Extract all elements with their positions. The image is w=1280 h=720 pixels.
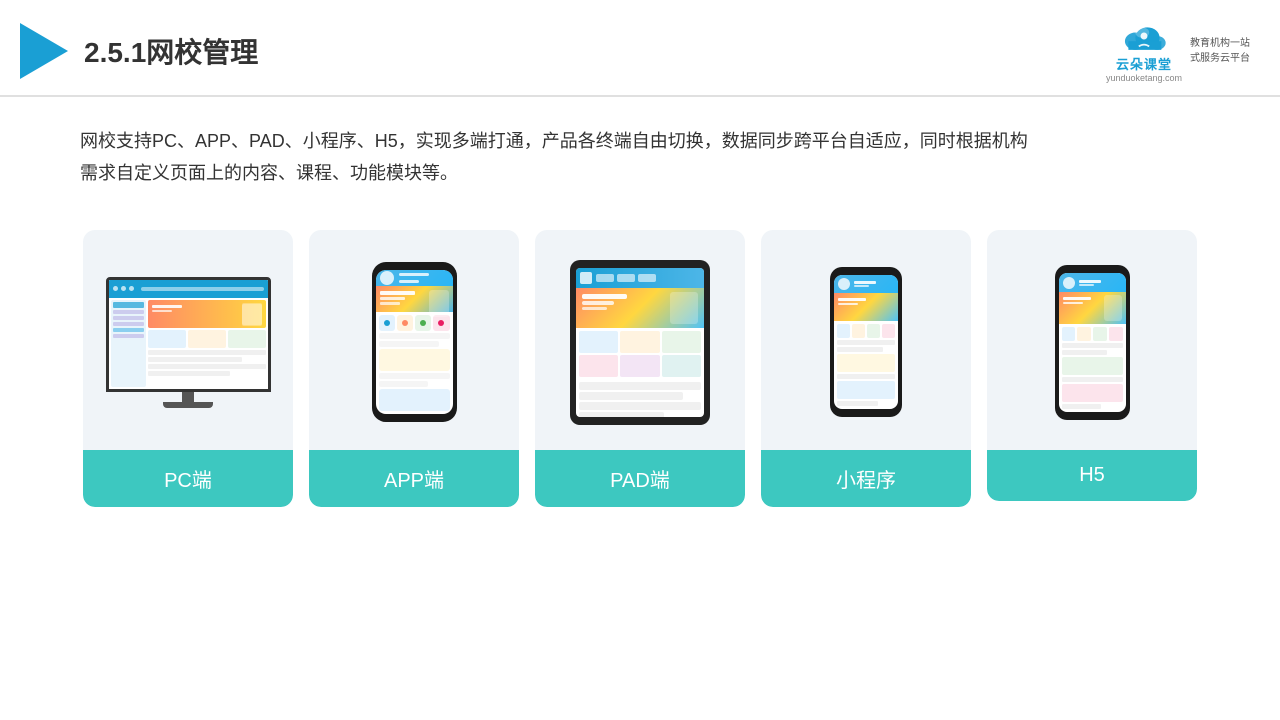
h5-card-image [987,230,1197,450]
pc-monitor-mockup [106,277,271,408]
pc-card-image [83,230,293,450]
description-line1: 网校支持PC、APP、PAD、小程序、H5，实现多端打通，产品各终端自由切换，数… [80,125,1200,157]
miniprogram-card-image [761,230,971,450]
brand-logo: 云朵课堂 yunduoketang.com [1106,18,1182,83]
logo-triangle-icon [20,23,68,79]
h5-card-label: H5 [987,450,1197,501]
tablet-screen [576,268,704,417]
pc-card-label: PC端 [83,450,293,507]
monitor-neck [182,392,194,402]
miniprogram-card-label: 小程序 [761,450,971,507]
brand-tagline: 教育机构一站式服务云平台 [1190,36,1250,66]
monitor-base [163,402,213,408]
description-line2: 需求自定义页面上的内容、课程、功能模块等。 [80,157,1200,189]
app-phone-mockup [372,262,457,422]
pad-card-image [535,230,745,450]
pad-tablet-mockup [570,260,710,425]
page-title: 2.5.1网校管理 [84,31,258,71]
page-header: 2.5.1网校管理 云朵课堂 yunduoketang.com 教育机构一站式服… [0,0,1280,97]
brand-cloud-icon [1118,18,1170,54]
cards-container: PC端 [0,200,1280,537]
description-section: 网校支持PC、APP、PAD、小程序、H5，实现多端打通，产品各终端自由切换，数… [0,97,1280,200]
h5-phone-mockup [1055,265,1130,420]
header-left: 2.5.1网校管理 [20,23,258,79]
brand-url: yunduoketang.com [1106,73,1182,83]
app-card: APP端 [309,230,519,507]
phone-small-screen [834,275,898,409]
pad-card: PAD端 [535,230,745,507]
app-card-image [309,230,519,450]
h5-phone-screen [1059,273,1126,412]
h5-card: H5 [987,230,1197,501]
monitor-screen [106,277,271,392]
pc-card: PC端 [83,230,293,507]
miniprogram-phone-mockup [830,267,902,417]
app-card-label: APP端 [309,450,519,507]
phone-notch [400,262,428,268]
miniprogram-card: 小程序 [761,230,971,507]
brand-name: 云朵课堂 [1116,54,1172,73]
h5-phone-notch [1080,265,1104,270]
header-right: 云朵课堂 yunduoketang.com 教育机构一站式服务云平台 [1106,18,1250,83]
phone-small-notch [854,267,878,272]
phone-screen [376,270,453,414]
pad-card-label: PAD端 [535,450,745,507]
